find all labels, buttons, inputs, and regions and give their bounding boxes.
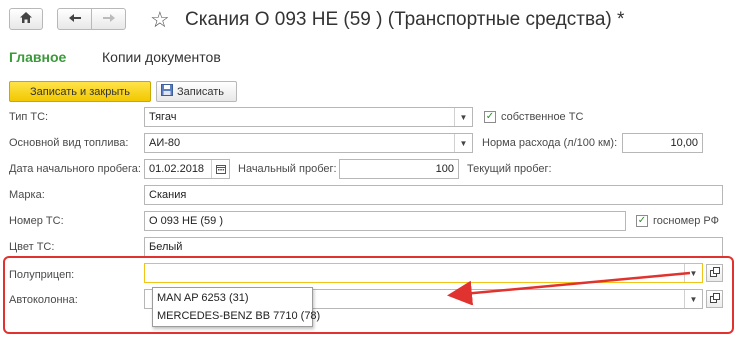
home-icon: [19, 11, 33, 27]
checkmark-icon: ✓: [485, 111, 495, 122]
vehicle-type-label: Тип ТС:: [9, 111, 49, 123]
convoy-label: Автоколонна:: [9, 294, 78, 306]
own-vehicle-checkbox[interactable]: ✓: [484, 111, 496, 123]
mileage-start-date-field[interactable]: 01.02.2018: [144, 159, 230, 179]
open-window-icon: [709, 292, 720, 306]
trailer-dropdown-list: MAN AP 6253 (31) MERCEDES-BENZ BB 7710 (…: [152, 287, 320, 327]
plate-label: Номер ТС:: [9, 215, 64, 227]
home-button[interactable]: [9, 8, 43, 30]
fuel-type-value: АИ-80: [149, 137, 181, 149]
fuel-type-field[interactable]: АИ-80 ▼: [144, 133, 473, 153]
back-button[interactable]: [57, 8, 92, 30]
calendar-icon[interactable]: [211, 160, 229, 178]
open-window-icon: [709, 266, 720, 280]
brand-field[interactable]: Скания: [144, 185, 723, 205]
trailer-label: Полуприцеп:: [9, 269, 75, 281]
consumption-field[interactable]: 10,00: [622, 133, 703, 153]
floppy-disk-icon: [161, 84, 173, 99]
own-vehicle-label: собственное ТС: [501, 111, 584, 123]
fuel-type-label: Основной вид топлива:: [9, 137, 129, 149]
tab-main[interactable]: Главное: [9, 49, 66, 65]
color-field[interactable]: Белый: [144, 237, 723, 257]
gov-plate-checkbox[interactable]: ✓: [636, 215, 648, 227]
plate-field[interactable]: О 093 НЕ (59 ): [144, 211, 626, 231]
save-and-close-button[interactable]: Записать и закрыть: [9, 81, 151, 102]
tab-document-copies[interactable]: Копии документов: [102, 49, 221, 65]
mileage-start-label: Начальный пробег:: [238, 163, 337, 175]
annotation-arrow: [447, 271, 691, 305]
checkmark-icon: ✓: [637, 215, 647, 226]
mileage-start-date-label: Дата начального пробега:: [9, 163, 141, 175]
forward-button[interactable]: [91, 8, 126, 30]
vehicle-type-field[interactable]: Тягач ▼: [144, 107, 473, 127]
save-button[interactable]: Записать: [156, 81, 237, 102]
consumption-label: Норма расхода (л/100 км):: [482, 137, 618, 149]
mileage-start-date-value: 01.02.2018: [149, 163, 205, 175]
dropdown-option[interactable]: MERCEDES-BENZ BB 7710 (78): [157, 310, 320, 322]
arrow-right-icon: [102, 13, 116, 26]
brand-label: Марка:: [9, 189, 45, 201]
dropdown-arrow-icon[interactable]: ▼: [454, 134, 472, 152]
save-and-close-label: Записать и закрыть: [29, 85, 131, 98]
mileage-current-label: Текущий пробег:: [467, 163, 552, 175]
arrow-left-icon: [68, 13, 82, 26]
mileage-start-field[interactable]: 100: [339, 159, 459, 179]
page-title: Скания О 093 НЕ (59 ) (Транспортные сред…: [185, 9, 625, 30]
vehicle-type-value: Тягач: [149, 111, 177, 123]
color-label: Цвет ТС:: [9, 241, 55, 253]
dropdown-option[interactable]: MAN AP 6253 (31): [157, 292, 249, 304]
dropdown-arrow-icon[interactable]: ▼: [454, 108, 472, 126]
save-label: Записать: [177, 85, 225, 98]
gov-plate-label: госномер РФ: [653, 215, 720, 227]
favorite-star-icon[interactable]: ☆: [150, 9, 170, 31]
